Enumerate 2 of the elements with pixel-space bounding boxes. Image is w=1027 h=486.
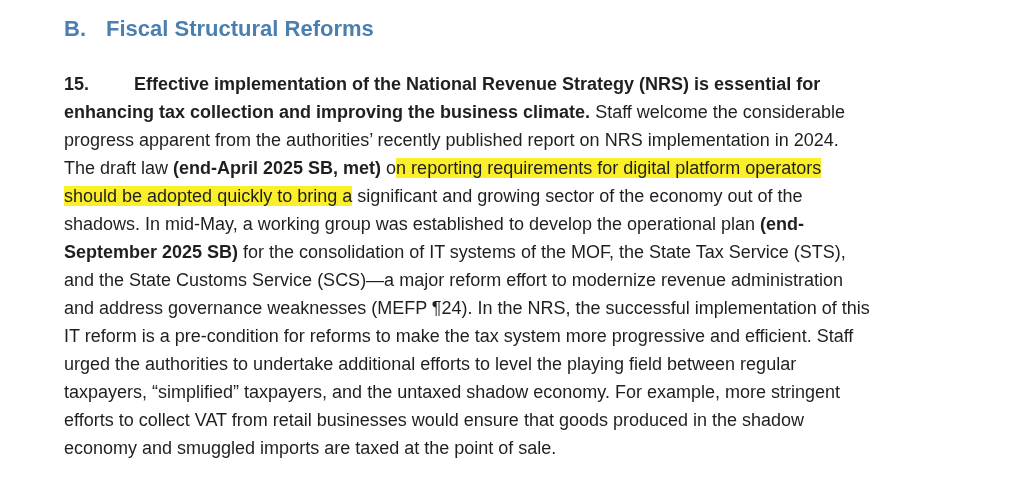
section-heading: B. Fiscal Structural Reforms [64, 16, 374, 42]
paragraph-number: 15. [64, 73, 90, 96]
